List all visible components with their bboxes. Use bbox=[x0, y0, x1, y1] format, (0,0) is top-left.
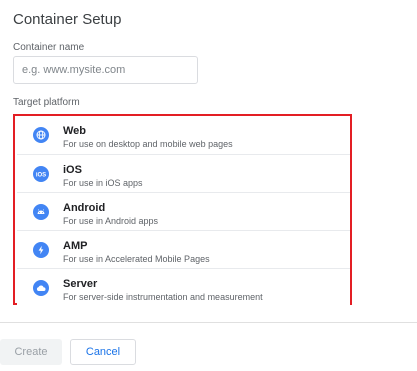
target-platform-label: Target platform bbox=[13, 97, 80, 108]
platform-name: AMP bbox=[63, 240, 88, 252]
platform-description: For use in iOS apps bbox=[63, 178, 143, 188]
svg-text:iOS: iOS bbox=[36, 173, 46, 179]
lightning-bolt-icon bbox=[33, 242, 49, 258]
android-icon bbox=[33, 204, 49, 220]
platform-description: For use in Accelerated Mobile Pages bbox=[63, 254, 210, 264]
platform-name: Server bbox=[63, 278, 98, 290]
container-name-input[interactable] bbox=[13, 56, 198, 84]
footer-divider bbox=[0, 322, 417, 323]
platform-option-server[interactable]: Server For server-side instrumentation a… bbox=[17, 268, 350, 306]
dialog-title: Container Setup bbox=[13, 11, 122, 28]
platform-name: Android bbox=[63, 202, 106, 214]
platform-description: For use on desktop and mobile web pages bbox=[63, 139, 233, 149]
platform-option-web[interactable]: Web For use on desktop and mobile web pa… bbox=[17, 116, 350, 154]
cloud-icon bbox=[33, 280, 49, 296]
container-name-label: Container name bbox=[13, 42, 85, 53]
platform-name: iOS bbox=[63, 164, 82, 176]
platform-option-amp[interactable]: AMP For use in Accelerated Mobile Pages bbox=[17, 230, 350, 268]
platform-name: Web bbox=[63, 125, 87, 137]
cancel-button[interactable]: Cancel bbox=[70, 339, 136, 365]
platform-option-ios[interactable]: iOS iOS For use in iOS apps bbox=[17, 154, 350, 192]
globe-icon bbox=[33, 127, 49, 143]
create-button[interactable]: Create bbox=[0, 339, 62, 365]
ios-icon: iOS bbox=[33, 166, 49, 182]
platform-description: For server-side instrumentation and meas… bbox=[63, 292, 263, 302]
platform-option-android[interactable]: Android For use in Android apps bbox=[17, 192, 350, 230]
target-platform-list: Web For use on desktop and mobile web pa… bbox=[13, 114, 352, 306]
platform-description: For use in Android apps bbox=[63, 216, 159, 226]
